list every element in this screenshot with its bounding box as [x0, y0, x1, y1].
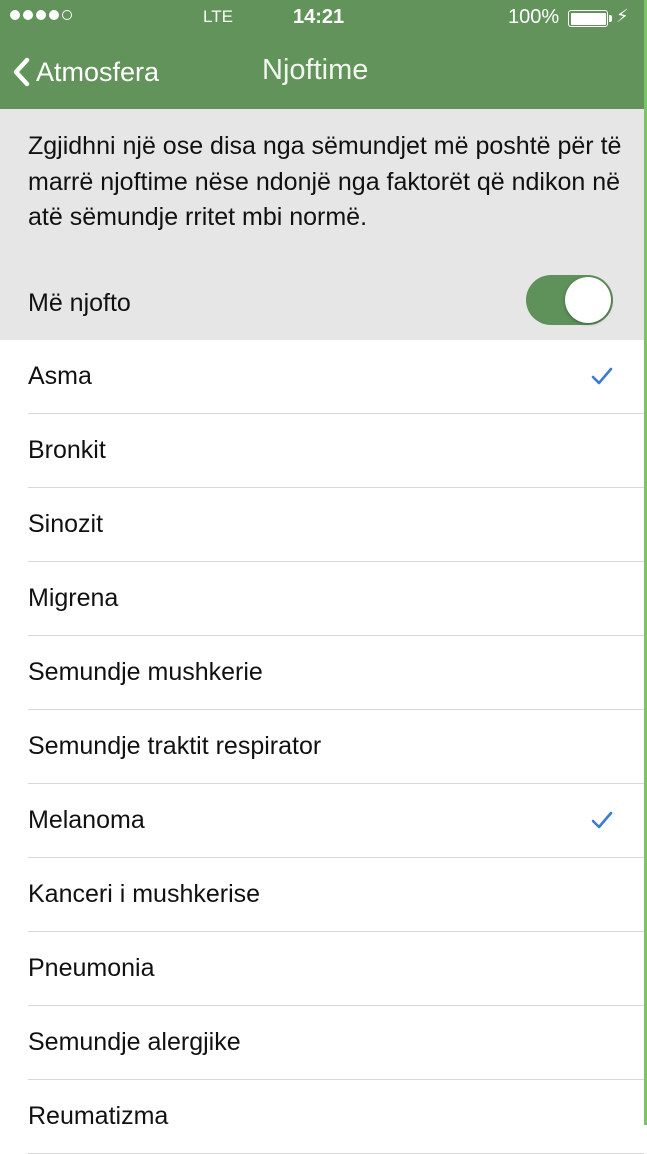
list-item-label: Semundje mushkerie: [28, 658, 263, 686]
list-item[interactable]: Semundje mushkerie: [0, 636, 644, 710]
list-item[interactable]: Asma: [0, 340, 644, 414]
status-bar: LTE 14:21 100% ⚡︎: [0, 0, 644, 36]
chevron-left-icon: [13, 57, 30, 87]
list-item-label: Bronkit: [28, 436, 106, 464]
signal-dot: [23, 10, 33, 20]
navigation-bar: Atmosfera Njoftime: [0, 36, 644, 109]
list-item-label: Reumatizma: [28, 1102, 169, 1130]
signal-strength-icon: [10, 10, 72, 20]
battery-icon: [568, 10, 608, 27]
list-item-label: Semundje alergjike: [28, 1028, 241, 1056]
list-item[interactable]: Melanoma: [0, 784, 644, 858]
battery-percentage: 100%: [508, 6, 560, 28]
notify-toggle-label: Më njofto: [28, 289, 131, 317]
list-item-label: Asma: [28, 362, 92, 390]
signal-dot: [10, 10, 20, 20]
page-title: Njoftime: [262, 54, 369, 86]
battery-tip: [609, 15, 612, 22]
back-button[interactable]: Atmosfera: [12, 54, 159, 90]
disease-list: Asma Bronkit Sinozit Migrena Semundje mushke…: [0, 340, 644, 1154]
notify-toggle[interactable]: [526, 275, 613, 325]
charging-bolt-icon: ⚡︎: [616, 6, 629, 26]
list-item[interactable]: Kanceri i mushkerise: [0, 858, 644, 932]
list-item[interactable]: Bronkit: [0, 414, 644, 488]
list-item-label: Pneumonia: [28, 954, 155, 982]
list-item[interactable]: Pneumonia: [0, 932, 644, 1006]
top-bar: LTE 14:21 100% ⚡︎ Atmosfera Njoftime: [0, 0, 644, 109]
list-item[interactable]: Reumatizma: [0, 1080, 644, 1154]
checkmark-icon: [591, 811, 613, 829]
list-item[interactable]: Sinozit: [0, 488, 644, 562]
signal-dot: [36, 10, 46, 20]
carrier-label: LTE: [203, 7, 233, 26]
signal-dot-empty: [62, 10, 72, 20]
list-item-label: Sinozit: [28, 510, 104, 538]
list-item[interactable]: Migrena: [0, 562, 644, 636]
list-item-label: Kanceri i mushkerise: [28, 880, 261, 908]
list-item-label: Migrena: [28, 584, 119, 612]
back-button-label: Atmosfera: [36, 56, 160, 87]
description-text: Zgjidhni një ose disa nga sëmundjet më p…: [28, 132, 622, 231]
list-item-label: Semundje traktit respirator: [28, 732, 322, 760]
list-item-label: Melanoma: [28, 806, 145, 834]
clock: 14:21: [293, 6, 345, 28]
notification-info-section: Zgjidhni një ose disa nga sëmundjet më p…: [0, 109, 644, 340]
signal-dot: [49, 10, 59, 20]
list-item[interactable]: Semundje alergjike: [0, 1006, 644, 1080]
list-item[interactable]: Semundje traktit respirator: [0, 710, 644, 784]
toggle-knob: [565, 277, 611, 323]
checkmark-icon: [591, 367, 613, 385]
